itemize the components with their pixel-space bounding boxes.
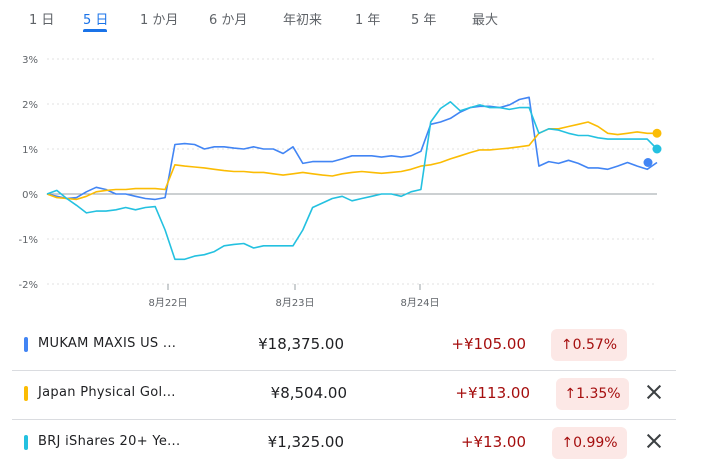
y-tick-label: 3% bbox=[22, 55, 38, 66]
series-color-swatch bbox=[24, 386, 28, 401]
series-color-swatch bbox=[24, 435, 28, 450]
remove-comparison-close-icon[interactable] bbox=[643, 381, 665, 403]
y-tick-label: -1% bbox=[19, 235, 38, 246]
comparison-row[interactable]: BRJ iShares 20+ Ye... ¥1,325.00 +¥13.00 … bbox=[0, 420, 706, 468]
percent-change-badge: ↑1.35% bbox=[556, 378, 629, 410]
series-line-3 bbox=[46, 101, 658, 261]
x-tick-label: 8月22日 bbox=[148, 297, 187, 309]
price-chart: 3% 2% 1% 0% -1% -2% 8月22日 8月23日 8月24日 bbox=[19, 55, 662, 309]
y-tick-label: -2% bbox=[19, 280, 38, 291]
series-end-marker-2 bbox=[652, 128, 662, 138]
percent-change-badge: ↑0.99% bbox=[552, 427, 627, 459]
y-tick-label: 2% bbox=[22, 100, 38, 111]
x-tick-label: 8月23日 bbox=[275, 297, 314, 309]
security-price: ¥1,325.00 bbox=[267, 433, 344, 451]
security-price: ¥8,504.00 bbox=[270, 384, 347, 402]
price-change: +¥105.00 bbox=[451, 335, 526, 353]
remove-comparison-close-icon[interactable] bbox=[643, 430, 665, 452]
arrow-up-icon: ↑ bbox=[561, 435, 574, 451]
percent-change-badge: ↑0.57% bbox=[551, 329, 627, 361]
percent-change-value: 0.57% bbox=[572, 337, 618, 353]
x-tick-label: 8月24日 bbox=[400, 297, 439, 309]
series-end-marker-1 bbox=[643, 158, 653, 167]
security-name[interactable]: Japan Physical Gol... bbox=[38, 385, 176, 400]
comparison-row[interactable]: Japan Physical Gol... ¥8,504.00 +¥113.00… bbox=[0, 371, 706, 419]
y-tick-label: 0% bbox=[22, 190, 38, 201]
security-name[interactable]: BRJ iShares 20+ Ye... bbox=[38, 434, 180, 449]
y-tick-label: 1% bbox=[22, 145, 38, 156]
series-end-marker-3 bbox=[652, 144, 662, 154]
series-line-1 bbox=[46, 96, 658, 201]
price-change: +¥113.00 bbox=[455, 384, 530, 402]
percent-change-value: 1.35% bbox=[576, 386, 621, 402]
series-color-swatch bbox=[24, 337, 28, 352]
security-price: ¥18,375.00 bbox=[258, 335, 344, 353]
arrow-up-icon: ↑ bbox=[560, 337, 573, 353]
comparison-row[interactable]: MUKAM MAXIS US ... ¥18,375.00 +¥105.00 ↑… bbox=[0, 322, 706, 370]
price-change: +¥13.00 bbox=[460, 433, 526, 451]
percent-change-value: 0.99% bbox=[573, 435, 618, 451]
arrow-up-icon: ↑ bbox=[564, 386, 577, 402]
security-name[interactable]: MUKAM MAXIS US ... bbox=[38, 336, 176, 351]
